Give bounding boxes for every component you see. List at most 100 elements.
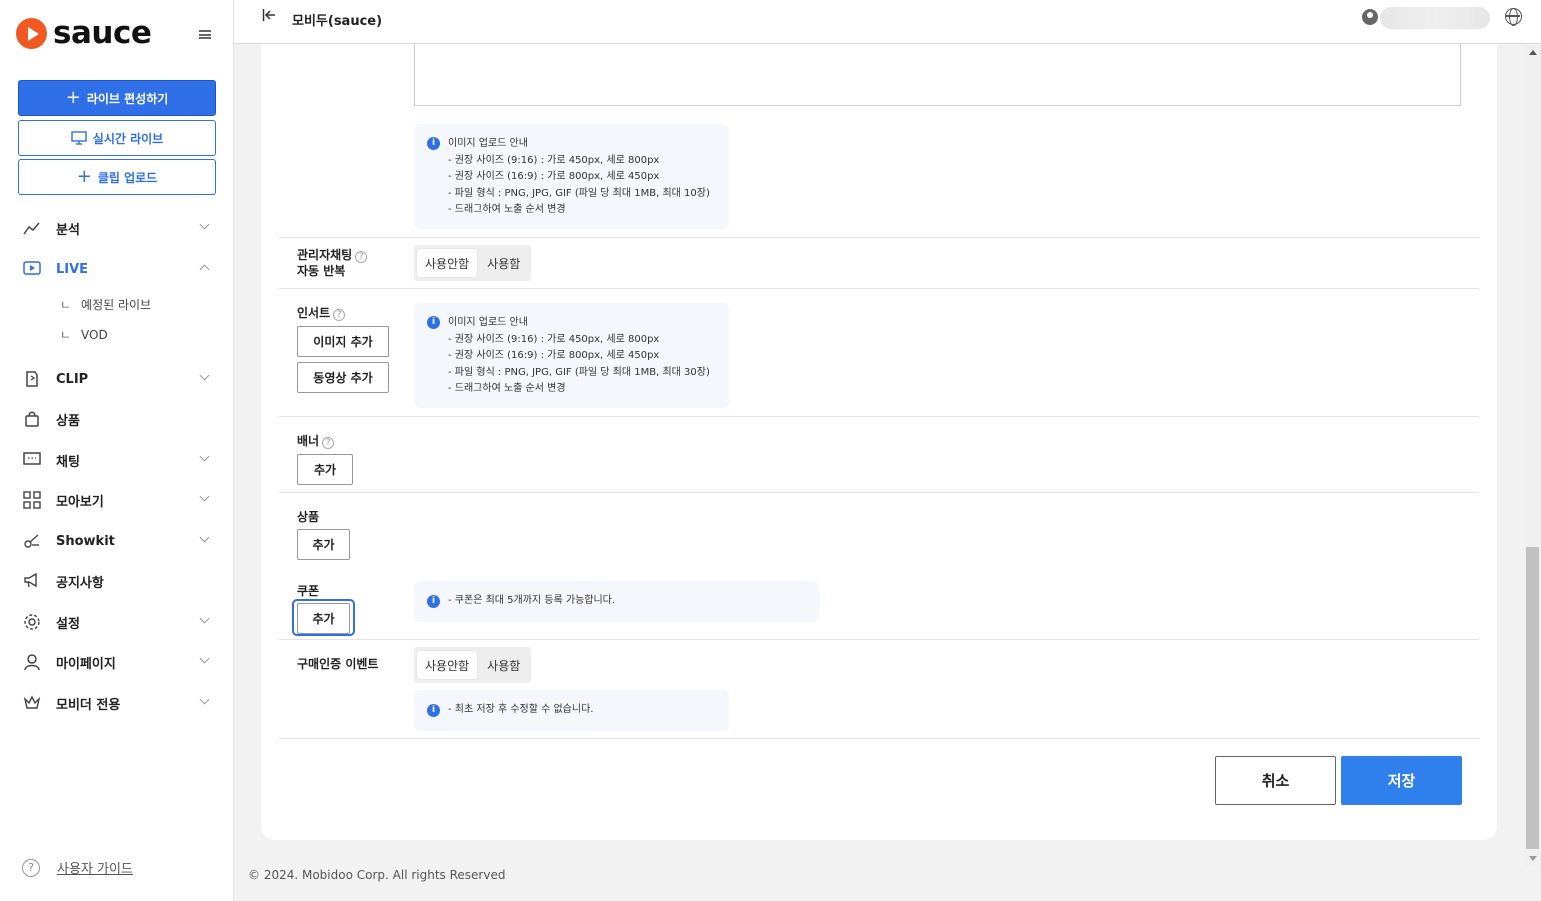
clip-upload-button[interactable]: + 클립 업로드 [18, 159, 216, 195]
live-play-icon [22, 259, 42, 279]
purchase-event-info: i - 최초 저장 후 수정할 수 없습니다. [414, 690, 729, 731]
option-enabled[interactable]: 사용함 [479, 249, 528, 277]
info-line: - 권장 사이즈 (16:9) : 가로 800px, 세로 450px [448, 171, 660, 183]
logo-text: sauce [53, 15, 152, 51]
user-guide-link[interactable]: ? 사용자 가이드 [22, 858, 133, 877]
add-banner-button[interactable]: 추가 [297, 454, 353, 485]
sidebar-item-showkit[interactable]: Showkit [22, 528, 212, 554]
cancel-button[interactable]: 취소 [1215, 756, 1336, 805]
chevron-down-icon [199, 613, 210, 624]
info-line: - 드래그하여 노출 순서 변경 [448, 383, 566, 395]
chevron-down-icon [199, 491, 210, 502]
sub-prefix: ㄴ [60, 298, 72, 312]
sidebar-item-notice[interactable]: 공지사항 [22, 568, 212, 594]
create-live-button[interactable]: + 라이브 편성하기 [18, 80, 216, 116]
sidebar-subitem-scheduled[interactable]: ㄴ 예정된 라이브 [60, 296, 151, 313]
admin-chat-label: 관리자채팅? 자동 반복 [297, 247, 368, 279]
realtime-live-button[interactable]: 실시간 라이브 [18, 120, 216, 156]
sidebar-item-mobidoo-only[interactable]: 모비더 전용 [22, 690, 212, 716]
sidebar-item-settings[interactable]: 설정 [22, 609, 212, 635]
clip-icon [22, 369, 42, 389]
sidebar-item-product[interactable]: 상품 [22, 406, 212, 432]
label-text: 자동 반복 [297, 264, 346, 278]
info-line: - 드래그하여 노출 순서 변경 [448, 204, 566, 216]
sub-label: 예정된 라이브 [81, 298, 152, 312]
insert-upload-info: i 이미지 업로드 안내 - 권장 사이즈 (9:16) : 가로 450px,… [414, 303, 729, 408]
help-icon[interactable]: ? [355, 251, 368, 263]
play-logo-icon [16, 17, 47, 49]
admin-chat-toggle: 사용안함 사용함 [414, 245, 532, 281]
coupon-info: i - 쿠폰은 최대 5개까지 등록 가능합니다. [414, 581, 819, 622]
plus-icon: + [76, 166, 92, 187]
divider [279, 288, 1479, 289]
info-line: - 파일 형식 : PNG, JPG, GIF (파일 당 최대 1MB, 최대… [448, 187, 710, 199]
user-name-redacted[interactable] [1380, 7, 1490, 29]
realtime-live-label: 실시간 라이브 [92, 131, 164, 146]
sidebar-item-label: 채팅 [56, 454, 80, 470]
banner-label: 배너? [297, 433, 335, 449]
option-disabled[interactable]: 사용안함 [417, 249, 478, 277]
collapse-sidebar-icon[interactable] [262, 8, 276, 26]
chevron-down-icon [199, 532, 210, 543]
info-icon: i [427, 137, 440, 150]
globe-icon[interactable] [1505, 8, 1522, 26]
add-coupon-button[interactable]: 추가 [297, 603, 350, 634]
sidebar-item-collection[interactable]: 모아보기 [22, 487, 212, 513]
chevron-down-icon [199, 370, 210, 381]
info-icon: i [427, 595, 440, 608]
sidebar-item-analytics[interactable]: 분석 [22, 215, 212, 241]
sidebar-item-chat[interactable]: 채팅 [22, 447, 212, 473]
add-video-button[interactable]: 동영상 추가 [297, 362, 389, 393]
sub-label: VOD [81, 328, 108, 342]
description-textarea[interactable] [414, 44, 1461, 106]
info-line: - 권장 사이즈 (9:16) : 가로 450px, 세로 800px [448, 154, 660, 166]
divider [279, 738, 1479, 739]
plus-icon: + [65, 87, 81, 108]
megaphone-icon [22, 571, 42, 591]
clip-upload-label: 클립 업로드 [97, 170, 158, 185]
divider [279, 416, 1479, 417]
option-enabled[interactable]: 사용함 [479, 651, 528, 679]
add-product-button[interactable]: 추가 [297, 529, 350, 560]
sidebar-subitem-vod[interactable]: ㄴ VOD [60, 326, 108, 343]
gear-icon [22, 612, 42, 632]
footer-copyright: © 2024. Mobidoo Corp. All rights Reserve… [248, 868, 506, 882]
showkit-icon [22, 531, 42, 551]
vertical-scrollbar[interactable] [1524, 44, 1541, 867]
info-line: - 최초 저장 후 수정할 수 없습니다. [448, 704, 594, 715]
label-text: 인서트 [297, 306, 331, 320]
menu-icon[interactable] [199, 30, 211, 39]
image-upload-info: i 이미지 업로드 안내 - 권장 사이즈 (9:16) : 가로 450px,… [414, 124, 729, 229]
add-image-button[interactable]: 이미지 추가 [297, 326, 389, 357]
scroll-thumb[interactable] [1526, 547, 1539, 849]
sidebar-item-label: 마이페이지 [56, 656, 116, 672]
info-line: - 쿠폰은 최대 5개까지 등록 가능합니다. [448, 595, 616, 606]
sidebar-item-live[interactable]: LIVE [22, 256, 212, 282]
sauce-logo[interactable]: sauce [16, 15, 152, 51]
sidebar-item-mypage[interactable]: 마이페이지 [22, 649, 212, 675]
info-icon: i [427, 316, 440, 329]
chevron-down-icon [199, 694, 210, 705]
label-text: 배너 [297, 434, 320, 448]
top-header: 모비두(sauce) [234, 0, 1541, 44]
chevron-down-icon [199, 451, 210, 462]
sidebar-item-clip[interactable]: CLIP [22, 366, 212, 392]
user-avatar-icon[interactable] [1362, 9, 1378, 25]
scroll-up-arrow-icon[interactable] [1529, 50, 1537, 55]
info-line: - 권장 사이즈 (16:9) : 가로 800px, 세로 450px [448, 350, 660, 362]
sidebar: sauce + 라이브 편성하기 실시간 라이브 + 클립 업로드 분석 LIV… [0, 0, 234, 901]
crown-icon [22, 693, 42, 713]
info-line: - 파일 형식 : PNG, JPG, GIF (파일 당 최대 1MB, 최대… [448, 366, 710, 378]
help-icon[interactable]: ? [322, 437, 335, 449]
option-disabled[interactable]: 사용안함 [417, 651, 478, 679]
sidebar-item-label: LIVE [56, 261, 89, 277]
person-icon [22, 652, 42, 672]
insert-label: 인서트? [297, 305, 346, 321]
scroll-down-arrow-icon[interactable] [1529, 856, 1537, 861]
sidebar-item-label: 상품 [56, 413, 80, 429]
save-button[interactable]: 저장 [1341, 756, 1462, 805]
page-title: 모비두(sauce) [292, 14, 383, 29]
sidebar-item-label: 분석 [56, 222, 80, 238]
help-icon[interactable]: ? [333, 309, 346, 321]
monitor-icon [71, 131, 87, 145]
